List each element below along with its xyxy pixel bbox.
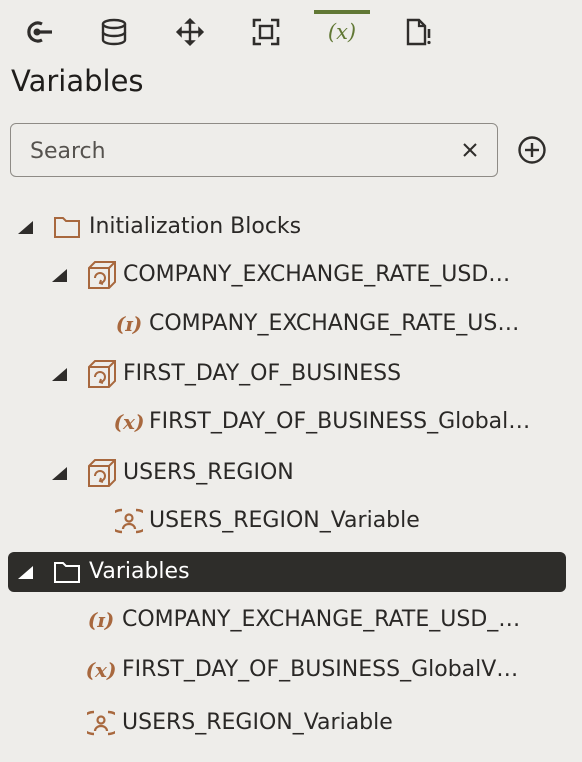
search-field xyxy=(10,123,498,177)
connection-icon xyxy=(27,21,52,43)
tree-node-label: USERS_REGION_Variable xyxy=(149,508,420,533)
tree-node-init-block[interactable]: COMPANY_EXCHANGE_RATE_USD… xyxy=(8,255,566,295)
document-alert-button[interactable] xyxy=(390,10,446,54)
tree-node-label: Initialization Blocks xyxy=(89,214,302,239)
variable-icon: (x) xyxy=(113,410,145,434)
tree-node-variable[interactable]: USERS_REGION_Variable xyxy=(8,703,566,743)
tree-node-label: COMPANY_EXCHANGE_RATE_US… xyxy=(149,311,520,336)
database-button[interactable] xyxy=(86,10,142,54)
panel-title: Variables xyxy=(11,64,144,98)
tree-node-variable[interactable]: (x) FIRST_DAY_OF_BUSINESS_Global… xyxy=(8,402,566,442)
move-icon xyxy=(175,17,205,47)
init-block-icon xyxy=(86,358,118,390)
tree-node-label: COMPANY_EXCHANGE_RATE_USD_… xyxy=(122,607,521,632)
variable-icon: (ɪ) xyxy=(87,608,115,632)
search-input[interactable] xyxy=(28,134,452,168)
tree-node-label: USERS_REGION_Variable xyxy=(122,710,393,735)
tree-node-initialization-blocks[interactable]: Initialization Blocks xyxy=(8,207,566,247)
document-alert-icon xyxy=(406,18,431,46)
folder-icon xyxy=(52,213,82,241)
collapse-caret-icon[interactable] xyxy=(48,462,70,484)
collapse-caret-icon[interactable] xyxy=(14,561,36,583)
tree-node-label: COMPANY_EXCHANGE_RATE_USD… xyxy=(123,262,511,287)
tree-node-label: FIRST_DAY_OF_BUSINESS xyxy=(123,361,402,386)
clear-search-button[interactable] xyxy=(457,137,483,163)
tree-node-label: Variables xyxy=(89,559,190,584)
close-icon xyxy=(463,143,477,157)
collapse-caret-icon[interactable] xyxy=(48,363,70,385)
tree-node-variable[interactable]: (ɪ) COMPANY_EXCHANGE_RATE_US… xyxy=(8,304,566,344)
collapse-caret-icon[interactable] xyxy=(48,264,70,286)
tree-node-variables[interactable]: Variables xyxy=(8,552,566,592)
top-toolbar: (x) xyxy=(0,0,582,58)
tree-node-variable[interactable]: (ɪ) COMPANY_EXCHANGE_RATE_USD_… xyxy=(8,600,566,640)
tree-node-init-block[interactable]: FIRST_DAY_OF_BUSINESS xyxy=(8,354,566,394)
collapse-caret-icon[interactable] xyxy=(14,216,36,238)
folder-icon xyxy=(52,558,82,586)
add-circle-icon xyxy=(518,136,546,164)
tree-node-label: USERS_REGION xyxy=(123,460,294,485)
add-variable-button[interactable] xyxy=(516,134,548,166)
connection-button[interactable] xyxy=(10,10,66,54)
variable-icon: (x) xyxy=(327,20,357,44)
session-variable-icon xyxy=(86,708,116,738)
init-block-icon xyxy=(86,457,118,489)
variable-icon: (ɪ) xyxy=(115,312,143,336)
tree-node-label: FIRST_DAY_OF_BUSINESS_GlobalV… xyxy=(122,657,519,682)
tree-node-variable[interactable]: USERS_REGION_Variable xyxy=(8,501,566,541)
focus-frame-button[interactable] xyxy=(238,10,294,54)
variables-tab[interactable]: (x) xyxy=(314,10,370,54)
move-button[interactable] xyxy=(162,10,218,54)
init-block-icon xyxy=(86,259,118,291)
session-variable-icon xyxy=(114,506,144,536)
tree-node-label: FIRST_DAY_OF_BUSINESS_Global… xyxy=(149,409,531,434)
tree-node-init-block[interactable]: USERS_REGION xyxy=(8,453,566,493)
variable-icon: (x) xyxy=(85,658,117,682)
focus-frame-icon xyxy=(252,18,280,46)
tree-node-variable[interactable]: (x) FIRST_DAY_OF_BUSINESS_GlobalV… xyxy=(8,650,566,690)
database-icon xyxy=(101,18,127,46)
